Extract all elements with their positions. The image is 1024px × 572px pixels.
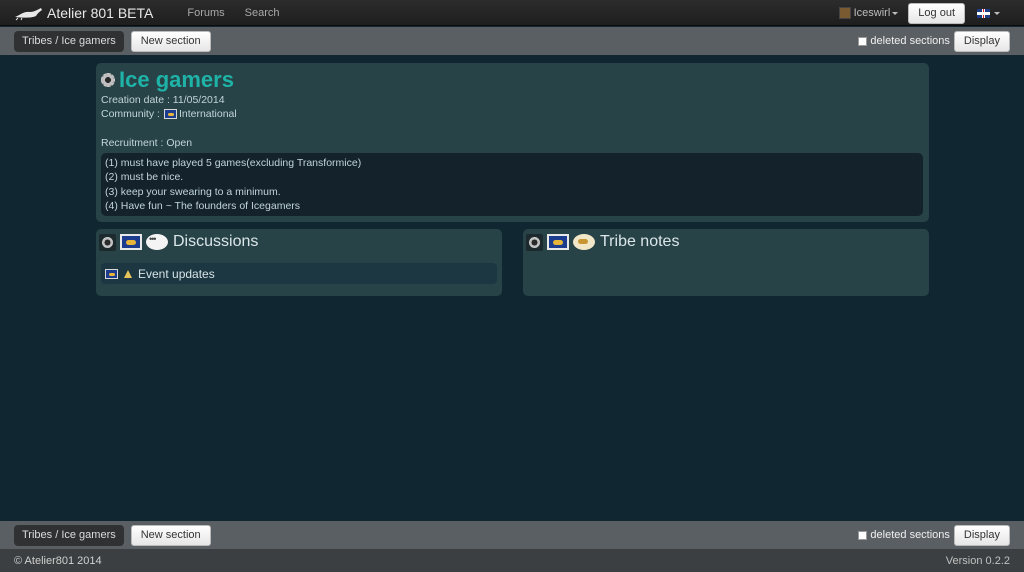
display-button[interactable]: Display xyxy=(953,30,1010,52)
deleted-sections-label: deleted sections xyxy=(870,35,950,47)
gear-icon[interactable] xyxy=(101,73,115,87)
international-flag-icon xyxy=(120,234,142,250)
note-bubble-icon xyxy=(573,234,595,250)
thread-title[interactable]: Event updates xyxy=(138,267,215,281)
deleted-sections-checkbox[interactable] xyxy=(858,530,868,540)
new-section-button[interactable]: New section xyxy=(130,524,211,546)
deleted-sections-checkbox[interactable] xyxy=(858,36,868,46)
brand-name: Atelier 801 BETA xyxy=(47,4,154,21)
section-settings-button[interactable] xyxy=(526,233,543,251)
brand[interactable]: Atelier 801 BETA xyxy=(14,5,153,21)
community: Community : International xyxy=(101,108,237,120)
nav-forums[interactable]: Forums xyxy=(187,7,224,19)
rule-line: (4) Have fun ~ The founders of Icegamers xyxy=(105,199,301,212)
rule-line: (2) must be nice. xyxy=(105,171,184,184)
tribe-notes-section: Tribe notes xyxy=(523,229,929,296)
mouse-logo-icon xyxy=(15,7,42,20)
recruitment-status: Recruitment : Open xyxy=(101,137,193,149)
section-title[interactable]: Discussions xyxy=(173,233,258,251)
section-settings-button[interactable] xyxy=(99,233,116,251)
gear-icon xyxy=(102,236,113,248)
community-label: Community : xyxy=(101,108,160,120)
copyright: © Atelier801 2014 xyxy=(14,554,102,567)
rule-line: (3) keep your swearing to a minimum. xyxy=(105,185,281,198)
username: Iceswirl xyxy=(853,7,891,19)
display-button[interactable]: Display xyxy=(953,524,1010,546)
chevron-down-icon xyxy=(994,11,1000,15)
page-title: Ice gamers xyxy=(119,67,234,92)
new-section-button[interactable]: New section xyxy=(130,30,211,52)
footer: © Atelier801 2014 Version 0.2.2 xyxy=(0,549,1024,572)
chevron-down-icon xyxy=(892,11,899,15)
cheese-icon xyxy=(123,269,133,279)
international-flag-icon xyxy=(163,109,177,119)
nav-search[interactable]: Search xyxy=(245,7,280,19)
logout-button[interactable]: Log out xyxy=(908,2,965,24)
discussions-section: Discussions Event updates xyxy=(96,229,502,296)
language-menu[interactable] xyxy=(965,8,1024,18)
user-menu[interactable]: Iceswirl xyxy=(838,7,899,19)
international-flag-icon xyxy=(547,234,569,250)
international-flag-icon xyxy=(105,268,118,279)
tribe-rules: (1) must have played 5 games(excluding T… xyxy=(101,153,923,216)
creation-date: Creation date : 11/05/2014 xyxy=(101,94,225,106)
avatar xyxy=(838,7,851,19)
community-value: International xyxy=(178,108,237,120)
top-toolbar: Tribes / Ice gamers New section deleted … xyxy=(0,27,1024,55)
top-navbar: Atelier 801 BETA Forums Search Iceswirl … xyxy=(0,0,1024,26)
list-item[interactable]: Event updates xyxy=(101,263,497,284)
gear-icon xyxy=(529,236,540,248)
breadcrumb[interactable]: Tribes / Ice gamers xyxy=(14,30,124,52)
section-title[interactable]: Tribe notes xyxy=(600,233,679,251)
bottom-toolbar: Tribes / Ice gamers New section deleted … xyxy=(0,521,1024,549)
chat-bubble-icon xyxy=(146,234,168,250)
rule-line: (1) must have played 5 games(excluding T… xyxy=(105,157,362,169)
uk-flag-icon xyxy=(977,8,990,18)
tribe-info-panel: Ice gamers Creation date : 11/05/2014 Co… xyxy=(96,63,929,222)
version: Version 0.2.2 xyxy=(945,554,1010,567)
breadcrumb[interactable]: Tribes / Ice gamers xyxy=(14,524,124,546)
deleted-sections-label: deleted sections xyxy=(870,529,950,541)
